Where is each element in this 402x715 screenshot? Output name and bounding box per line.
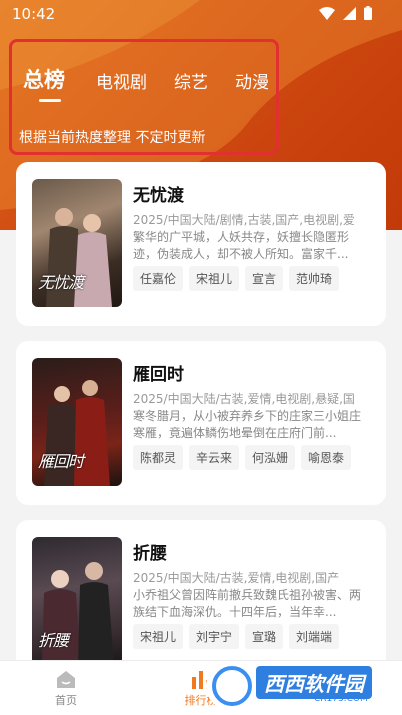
- tab-anime[interactable]: 动漫: [235, 68, 269, 93]
- show-title: 雁回时: [133, 365, 184, 385]
- ranking-card[interactable]: 无忧渡 无忧渡 2025/中国大陆/剧情,古装,国产,电视剧,爱 繁华的广平城，…: [16, 162, 386, 326]
- show-description: 小乔祖父曾因阵前撤兵致魏氏祖孙被害、两族结下血海深仇。十四年后，当年幸...: [133, 588, 362, 619]
- cast-tag[interactable]: 辛云来: [189, 445, 240, 470]
- status-time: 10:42: [12, 5, 56, 23]
- wifi-icon: [319, 6, 335, 20]
- poster-caption: 折腰: [38, 631, 69, 650]
- home-icon: [57, 671, 75, 688]
- site-watermark: 西西软件园 CR173.COM: [206, 662, 396, 710]
- tab-overall[interactable]: 总榜: [23, 64, 65, 94]
- cast-tag[interactable]: 任嘉伦: [133, 266, 184, 291]
- active-tab-indicator: [39, 99, 61, 102]
- cast-tag[interactable]: 宣言: [245, 266, 284, 291]
- cast-tags: 陈都灵 辛云来 何泓姗 喻恩泰: [133, 445, 352, 470]
- poster-image: 雁回时: [32, 358, 122, 486]
- battery-icon: [364, 6, 372, 20]
- poster-caption: 无忧渡: [38, 273, 84, 292]
- ranking-tabs-highlight: 总榜 电视剧 综艺 动漫 根据当前热度整理 不定时更新: [9, 39, 279, 155]
- cast-tags: 宋祖儿 刘宇宁 宣璐 刘端端: [133, 624, 340, 649]
- cast-tag[interactable]: 何泓姗: [245, 445, 296, 470]
- cast-tag[interactable]: 范帅琦: [289, 266, 340, 291]
- show-title: 折腰: [133, 544, 167, 564]
- status-bar: 10:42: [0, 0, 402, 30]
- nav-home[interactable]: 首页: [36, 669, 96, 708]
- cast-tag[interactable]: 宋祖儿: [189, 266, 240, 291]
- tab-variety[interactable]: 综艺: [174, 68, 208, 93]
- show-meta: 2025/中国大陆/古装,爱情,电视剧,悬疑,国: [133, 392, 355, 406]
- tab-tv-series[interactable]: 电视剧: [96, 68, 147, 93]
- cast-tag[interactable]: 宋祖儿: [133, 624, 184, 649]
- cast-tag[interactable]: 宣璐: [245, 624, 284, 649]
- show-meta: 2025/中国大陆/古装,爱情,电视剧,国产: [133, 571, 340, 585]
- cast-tag[interactable]: 喻恩泰: [301, 445, 352, 470]
- nav-label: 首页: [55, 694, 77, 707]
- ranking-subtitle: 根据当前热度整理 不定时更新: [19, 130, 206, 146]
- signal-icon: [343, 6, 356, 20]
- poster-caption: 雁回时: [38, 452, 84, 471]
- show-description: 寒冬腊月，从小被弃养乡下的庄家三小姐庄寒雁，竟遍体鳞伤地晕倒在庄府门前...: [133, 409, 362, 440]
- cast-tag[interactable]: 刘端端: [289, 624, 340, 649]
- ranking-card[interactable]: 雁回时 雁回时 2025/中国大陆/古装,爱情,电视剧,悬疑,国 寒冬腊月，从小…: [16, 341, 386, 505]
- show-title: 无忧渡: [133, 186, 184, 206]
- cast-tag[interactable]: 刘宇宁: [189, 624, 240, 649]
- show-meta: 2025/中国大陆/剧情,古装,国产,电视剧,爱: [133, 213, 355, 227]
- cast-tags: 任嘉伦 宋祖儿 宣言 范帅琦: [133, 266, 340, 291]
- cast-tag[interactable]: 陈都灵: [133, 445, 184, 470]
- poster-image: 无忧渡: [32, 179, 122, 307]
- show-description: 繁华的广平城，人妖共存，妖擅长隐匿形迹，伪装成人，却不被人所知。富家千...: [133, 230, 350, 261]
- watermark-logo-icon: [212, 666, 252, 706]
- poster-image: 折腰: [32, 537, 122, 665]
- watermark-url: CR173.COM: [314, 694, 368, 704]
